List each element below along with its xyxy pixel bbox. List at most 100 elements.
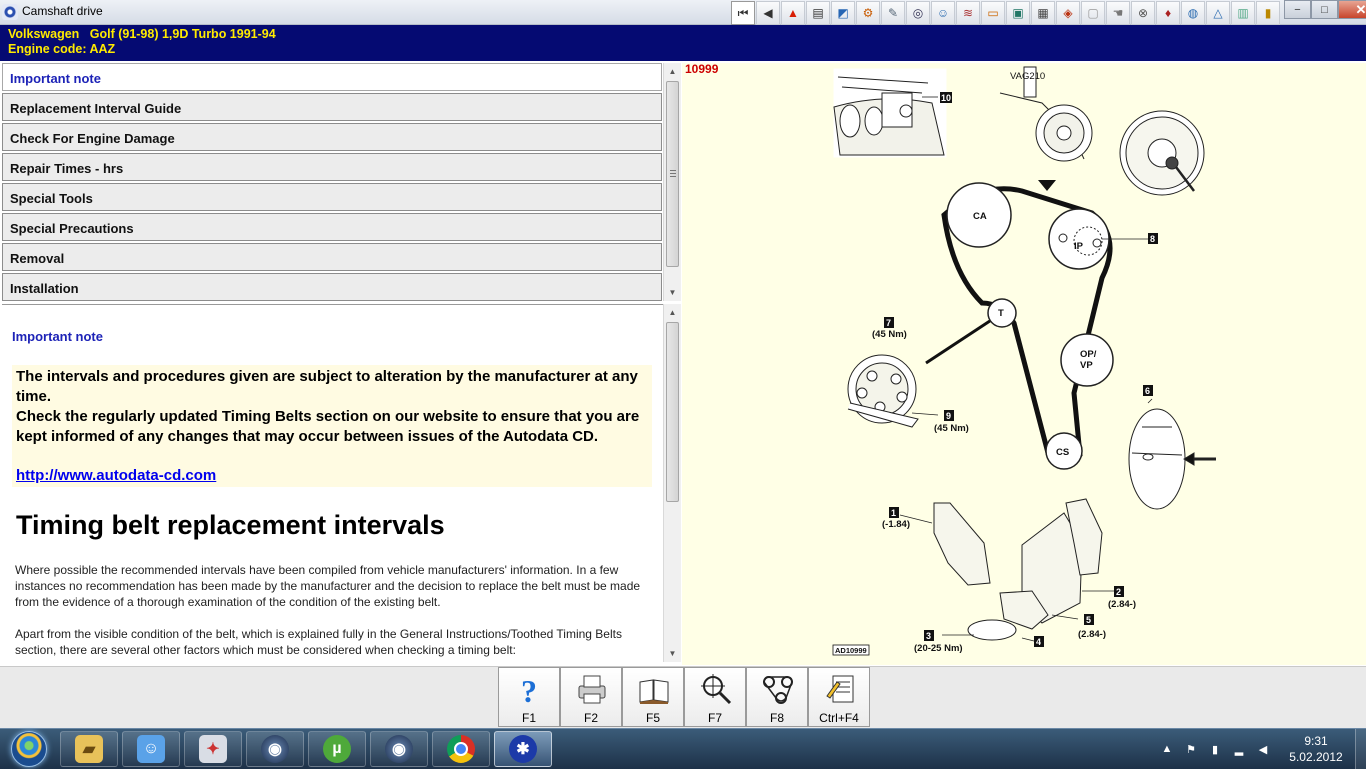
- volume-icon[interactable]: ◀: [1256, 742, 1270, 756]
- timing-belt-diagram: 10999 VAG210 CA IP T OP/ VP CS (45 Nm) (…: [685, 63, 1216, 656]
- pulley-t-label: T: [998, 308, 1004, 319]
- content-scroll-thumb[interactable]: [666, 322, 679, 502]
- taskbar-messenger[interactable]: ☺: [122, 731, 180, 767]
- previous-icon[interactable]: ◀: [756, 1, 780, 25]
- chart-icon[interactable]: ◩: [831, 1, 855, 25]
- timing-icon[interactable]: ⊗: [1131, 1, 1155, 25]
- notes-icon: [826, 675, 854, 703]
- vehicle-header: Volkswagen Golf (91-98) 1,9D Turbo 1991-…: [0, 25, 1366, 61]
- menu-item-repair-times[interactable]: Repair Times - hrs: [2, 153, 662, 181]
- menu-item-removal[interactable]: Removal: [2, 243, 662, 271]
- callout-4: 4: [1036, 637, 1041, 647]
- fuel-icon[interactable]: ▭: [981, 1, 1005, 25]
- taskbar-explorer[interactable]: ▰: [60, 731, 118, 767]
- taskbar-autodata[interactable]: ✱: [494, 731, 552, 767]
- note-line-1: The intervals and procedures given are s…: [16, 368, 638, 405]
- f1-label: F1: [521, 711, 536, 725]
- scroll-up-arrow[interactable]: ▲: [664, 63, 681, 80]
- f8-timing-belt-button[interactable]: F8: [746, 667, 808, 727]
- paragraph-2: Apart from the visible condition of the …: [15, 627, 622, 657]
- content-scrollbar[interactable]: ▲ ▼: [663, 304, 681, 662]
- printer-icon: [578, 675, 606, 704]
- injection-pump-gear-inset: [1119, 110, 1205, 196]
- utorrent-icon: µ: [323, 735, 351, 763]
- explorer-icon: ▰: [75, 735, 103, 763]
- menu-scrollbar[interactable]: ▲ ▼: [663, 63, 681, 301]
- pulley-ip-label: IP: [1074, 241, 1084, 252]
- service-icon[interactable]: ▣: [1006, 1, 1030, 25]
- notes-icon[interactable]: ▥: [1231, 1, 1255, 25]
- menu-item-replacement-interval[interactable]: Replacement Interval Guide: [2, 93, 662, 121]
- vehicle-icon[interactable]: △: [1206, 1, 1230, 25]
- wiring-icon[interactable]: ≋: [956, 1, 980, 25]
- start-button[interactable]: [2, 730, 56, 768]
- note-text: The intervals and procedures given are s…: [16, 367, 650, 447]
- f2-print-button[interactable]: F2: [560, 667, 622, 727]
- callout-7-value: (45 Nm): [872, 329, 907, 340]
- pulley-op-label: OP/: [1080, 349, 1097, 360]
- note-title: Important note: [12, 329, 103, 344]
- scroll-down-arrow[interactable]: ▼: [664, 284, 681, 301]
- pulley-ca-label: CA: [973, 211, 987, 222]
- hand-icon[interactable]: ☚: [1106, 1, 1130, 25]
- tools-icon[interactable]: ✎: [881, 1, 905, 25]
- export-icon[interactable]: ▮: [1256, 1, 1280, 25]
- taskbar-browser2[interactable]: ◉: [370, 731, 428, 767]
- menu-item-special-tools[interactable]: Special Tools: [2, 183, 662, 211]
- minimize-button[interactable]: −: [1284, 0, 1311, 19]
- callout-5: 5: [1086, 615, 1091, 625]
- content-scroll-up-arrow[interactable]: ▲: [664, 304, 681, 321]
- action-center-icon[interactable]: ⚑: [1184, 742, 1198, 756]
- network-icon[interactable]: ▂: [1232, 742, 1246, 756]
- window-controls: − □ ✕: [1284, 0, 1366, 19]
- callout-3-value: (20-25 Nm): [914, 643, 963, 654]
- paragraph-1: Where possible the recommended intervals…: [15, 563, 641, 609]
- pulley-vp-label: VP: [1080, 360, 1093, 371]
- f2-label: F2: [583, 711, 598, 725]
- close-button[interactable]: ✕: [1338, 0, 1366, 19]
- function-key-bar: ? F1 F2 F5 F7 F8 Ctrl+F4: [0, 666, 1366, 729]
- warning-icon[interactable]: ▲: [781, 1, 805, 25]
- first-page-icon[interactable]: ⏮: [731, 1, 755, 25]
- settings-icon[interactable]: ◈: [1056, 1, 1080, 25]
- document-icon[interactable]: ▤: [806, 1, 830, 25]
- taskbar-chrome[interactable]: [432, 731, 490, 767]
- menu-item-special-precautions[interactable]: Special Precautions: [2, 213, 662, 241]
- menu-item-important-note[interactable]: Important note: [2, 63, 662, 91]
- show-hidden-icons-icon[interactable]: ▲: [1160, 742, 1174, 756]
- f7-zoom-button[interactable]: F7: [684, 667, 746, 727]
- taskbar-satellite[interactable]: ✦: [184, 731, 242, 767]
- show-desktop-button[interactable]: [1355, 729, 1366, 769]
- oil-icon[interactable]: ♦: [1156, 1, 1180, 25]
- ctrl-f4-notes-button[interactable]: Ctrl+F4: [808, 667, 870, 727]
- battery-icon[interactable]: ▦: [1031, 1, 1055, 25]
- f1-help-button[interactable]: ? F1: [498, 667, 560, 727]
- f5-book-button[interactable]: F5: [622, 667, 684, 727]
- vehicle-model: Volkswagen Golf (91-98) 1,9D Turbo 1991-…: [8, 27, 276, 41]
- function-keys: ? F1 F2 F5 F7 F8 Ctrl+F4: [498, 667, 870, 727]
- gauge-icon[interactable]: ◎: [906, 1, 930, 25]
- caution-icon[interactable]: ◍: [1181, 1, 1205, 25]
- messenger-icon: ☺: [137, 735, 165, 763]
- menu-scroll-thumb[interactable]: [666, 81, 679, 267]
- maximize-button[interactable]: □: [1311, 0, 1338, 19]
- clock-date: 5.02.2012: [1289, 750, 1343, 764]
- technician-icon[interactable]: ☺: [931, 1, 955, 25]
- blank-icon[interactable]: ▢: [1081, 1, 1105, 25]
- content-scroll-down-arrow[interactable]: ▼: [664, 645, 681, 662]
- callout-10: 10: [941, 93, 951, 103]
- engine-icon[interactable]: ⚙: [856, 1, 880, 25]
- power-icon[interactable]: ▮: [1208, 742, 1222, 756]
- website-link[interactable]: http://www.autodata-cd.com: [16, 467, 216, 484]
- menu-item-engine-damage[interactable]: Check For Engine Damage: [2, 123, 662, 151]
- menu-item-installation[interactable]: Installation: [2, 273, 662, 301]
- clock[interactable]: 9:31 5.02.2012: [1282, 733, 1350, 765]
- book-icon: [639, 679, 669, 704]
- callout-3: 3: [926, 631, 931, 641]
- window-title: Camshaft drive: [22, 4, 103, 18]
- taskbar-browser[interactable]: ◉: [246, 731, 304, 767]
- callout-1: 1: [891, 508, 896, 518]
- svg-text:?: ?: [521, 673, 537, 706]
- taskbar-utorrent[interactable]: µ: [308, 731, 366, 767]
- important-note-box: The intervals and procedures given are s…: [12, 365, 652, 487]
